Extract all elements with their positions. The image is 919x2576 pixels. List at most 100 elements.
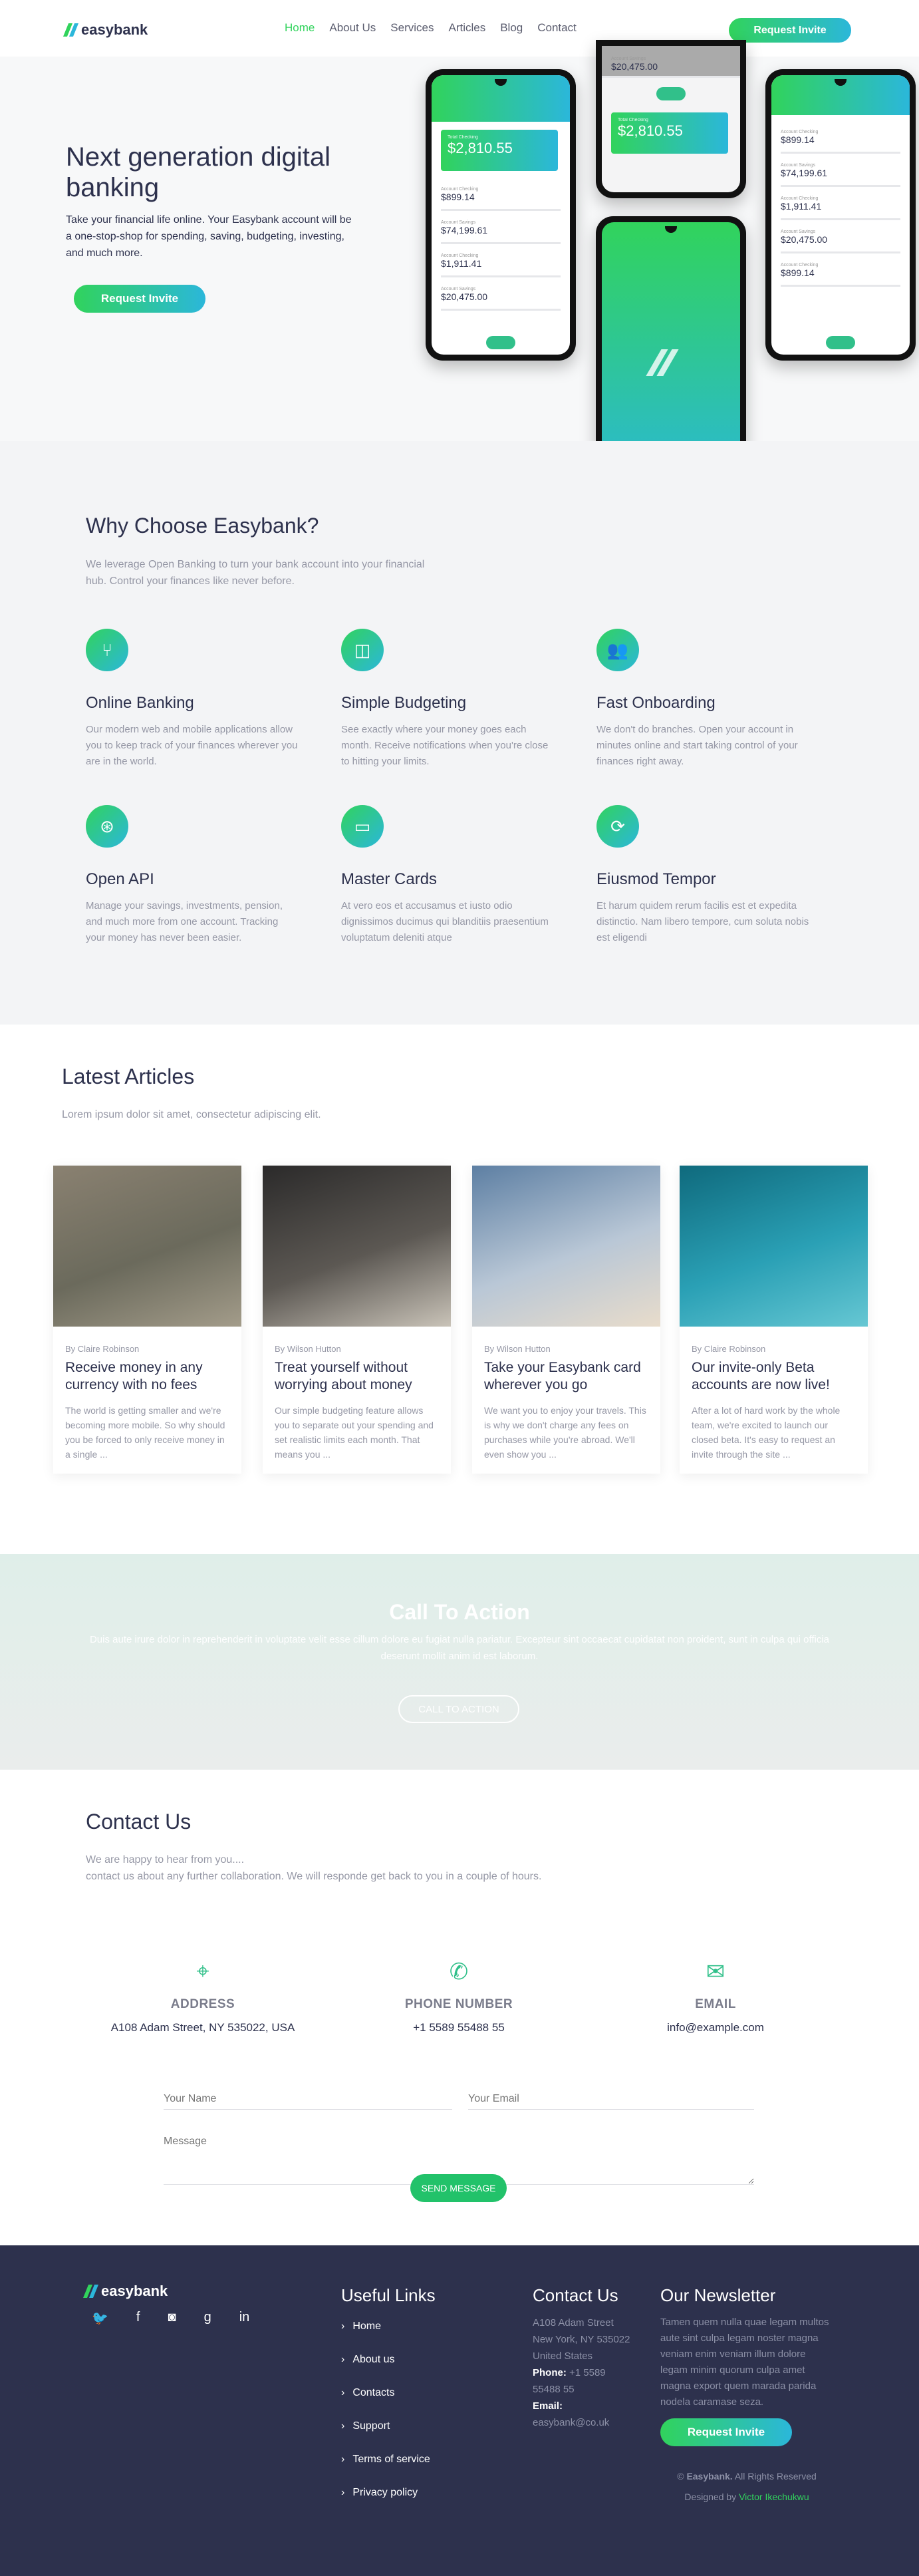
logo-mark-icon — [82, 2285, 99, 2298]
account-row: Account Savings $74,199.61 — [441, 215, 561, 244]
hero-title: Next generation digital banking — [66, 142, 331, 202]
phone-action-pill — [826, 336, 855, 349]
feature-title: Fast Onboarding — [596, 694, 716, 712]
balance-card: Total Checking $2,810.55 — [611, 112, 728, 154]
footer-link-support[interactable]: › Support — [341, 2420, 430, 2454]
email-input[interactable] — [468, 2089, 754, 2110]
twitter-icon[interactable]: 🐦 — [92, 2310, 108, 2327]
contact-info-label: EMAIL — [695, 1997, 736, 2011]
map-pin-icon: ⌖ — [196, 1959, 209, 1984]
feature-title: Eiusmod Tempor — [596, 870, 716, 888]
logo-mark-icon — [63, 23, 79, 37]
feature-title: Open API — [86, 870, 154, 888]
phone-mockup: Total Checking $2,810.55 Account Checkin… — [426, 69, 576, 361]
chevron-right-icon: › — [341, 2454, 345, 2465]
nav-home[interactable]: Home — [285, 21, 315, 35]
currency-photo — [53, 1166, 241, 1327]
restaurant-photo — [263, 1166, 451, 1327]
linkedin-icon[interactable]: in — [239, 2310, 250, 2327]
send-message-button[interactable]: SEND MESSAGE — [410, 2174, 507, 2202]
balance-label: Total Checking — [618, 118, 648, 122]
articles-subtitle: Lorem ipsum dolor sit amet, consectetur … — [62, 1109, 321, 1120]
phone-action-pill — [656, 87, 686, 100]
footer-link-terms[interactable]: › Terms of service — [341, 2454, 430, 2487]
feature-text: Our modern web and mobile applications a… — [86, 724, 298, 767]
feature-title: Master Cards — [341, 870, 438, 888]
feature-title: Simple Budgeting — [341, 694, 467, 712]
feature-text: See exactly where your money goes each m… — [341, 724, 549, 767]
contact-info-value: A108 Adam Street, NY 535022, USA — [110, 2021, 295, 2034]
airplane-photo — [472, 1166, 660, 1327]
feature-text: Et harum quidem rerum facilis est et exp… — [596, 900, 809, 943]
feature-text: At vero eos et accusamus et iusto odio d… — [341, 900, 549, 943]
chevron-right-icon: › — [341, 2354, 345, 2365]
card-icon: ▭ — [341, 805, 384, 848]
nav-articles[interactable]: Articles — [448, 21, 485, 35]
logo[interactable]: easybank — [63, 21, 148, 39]
account-row: Account Checking $899.14 — [781, 124, 900, 154]
feature-eiusmod-tempor: ⟳ Eiusmod Tempor Et harum quidem rerum f… — [596, 805, 809, 946]
users-icon: 👥 — [596, 629, 639, 671]
budget-icon: ◫ — [341, 629, 384, 671]
chevron-right-icon: › — [341, 2387, 345, 2398]
article-title[interactable]: Receive money in any currency with no fe… — [65, 1359, 231, 1394]
envelope-icon: ✉ — [706, 1959, 725, 1985]
logo-text: easybank — [81, 21, 148, 38]
footer-link-privacy[interactable]: › Privacy policy — [341, 2487, 430, 2520]
phone-icon: ✆ — [449, 1959, 469, 1985]
nav-about[interactable]: About Us — [329, 21, 376, 35]
article-title[interactable]: Treat yourself without worrying about mo… — [275, 1359, 440, 1394]
feature-text: Manage your savings, investments, pensio… — [86, 900, 283, 943]
social-links: 🐦 f ◙ g in — [92, 2310, 249, 2327]
article-title[interactable]: Our invite-only Beta accounts are now li… — [692, 1359, 857, 1394]
newsletter-title: Our Newsletter — [660, 2285, 776, 2305]
feature-open-api: ⊛ Open API Manage your savings, investme… — [86, 805, 299, 946]
balance-value: $2,810.55 — [448, 140, 513, 156]
nav-services[interactable]: Services — [390, 21, 434, 35]
copyright: © Easybank. All Rights Reserved — [677, 2471, 817, 2482]
logo-mark-icon — [646, 349, 679, 376]
article-title[interactable]: Take your Easybank card wherever you go — [484, 1359, 650, 1394]
footer-link-home[interactable]: › Home — [341, 2321, 430, 2354]
call-to-action-button[interactable]: CALL TO ACTION — [398, 1695, 519, 1723]
hero-request-invite-button[interactable]: Request Invite — [74, 285, 205, 313]
chevron-right-icon: › — [341, 2420, 345, 2432]
hero-text: Take your financial life online. Your Ea… — [66, 214, 352, 259]
feature-fast-onboarding: 👥 Fast Onboarding We don't do branches. … — [596, 629, 809, 770]
name-input[interactable] — [164, 2089, 452, 2110]
nav-contact[interactable]: Contact — [537, 21, 577, 35]
cta-title: Call To Action — [389, 1600, 530, 1624]
balance-card: Total Checking $2,810.55 — [441, 130, 558, 171]
footer-link-about[interactable]: › About us — [341, 2354, 430, 2387]
useful-links-title: Useful Links — [341, 2285, 436, 2305]
article-author: By Claire Robinson — [65, 1344, 140, 1354]
footer-logo[interactable]: easybank — [82, 2283, 168, 2300]
contact-title: Contact Us — [86, 1810, 192, 1834]
contact-info-value: +1 5589 55488 55 — [413, 2021, 505, 2034]
google-plus-icon[interactable]: g — [204, 2310, 211, 2327]
footer-request-invite-button[interactable]: Request Invite — [660, 2418, 792, 2446]
phone-mockup: Account Savings $20,475.00 Total Checking… — [596, 40, 746, 198]
account-row: Account Checking $1,911.41 — [441, 248, 561, 277]
footer-link-contacts[interactable]: › Contacts — [341, 2387, 430, 2420]
feature-text: We don't do branches. Open your account … — [596, 724, 798, 767]
articles-title: Latest Articles — [62, 1064, 195, 1088]
designed-by: Designed by Victor Ikechukwu — [684, 2492, 809, 2502]
account-row: Account Checking $1,911.41 — [781, 191, 900, 220]
facebook-icon[interactable]: f — [136, 2310, 140, 2327]
contact-subtitle: We are happy to hear from you.... contac… — [86, 1854, 542, 1882]
article-card[interactable]: By Claire Robinson Receive money in any … — [53, 1166, 241, 1474]
refresh-icon: ⟳ — [596, 805, 639, 848]
chevron-right-icon: › — [341, 2321, 345, 2332]
feature-simple-budgeting: ◫ Simple Budgeting See exactly where you… — [341, 629, 554, 770]
article-card[interactable]: By Claire Robinson Our invite-only Beta … — [680, 1166, 868, 1474]
header-request-invite-button[interactable]: Request Invite — [729, 18, 851, 43]
instagram-icon[interactable]: ◙ — [168, 2310, 176, 2327]
account-row: Account Checking $899.14 — [781, 257, 900, 287]
article-card[interactable]: By Wilson Hutton Take your Easybank card… — [472, 1166, 660, 1474]
article-author: By Wilson Hutton — [484, 1344, 551, 1354]
article-author: By Claire Robinson — [692, 1344, 766, 1354]
feature-master-cards: ▭ Master Cards At vero eos et accusamus … — [341, 805, 554, 946]
article-card[interactable]: By Wilson Hutton Treat yourself without … — [263, 1166, 451, 1474]
nav-blog[interactable]: Blog — [500, 21, 523, 35]
